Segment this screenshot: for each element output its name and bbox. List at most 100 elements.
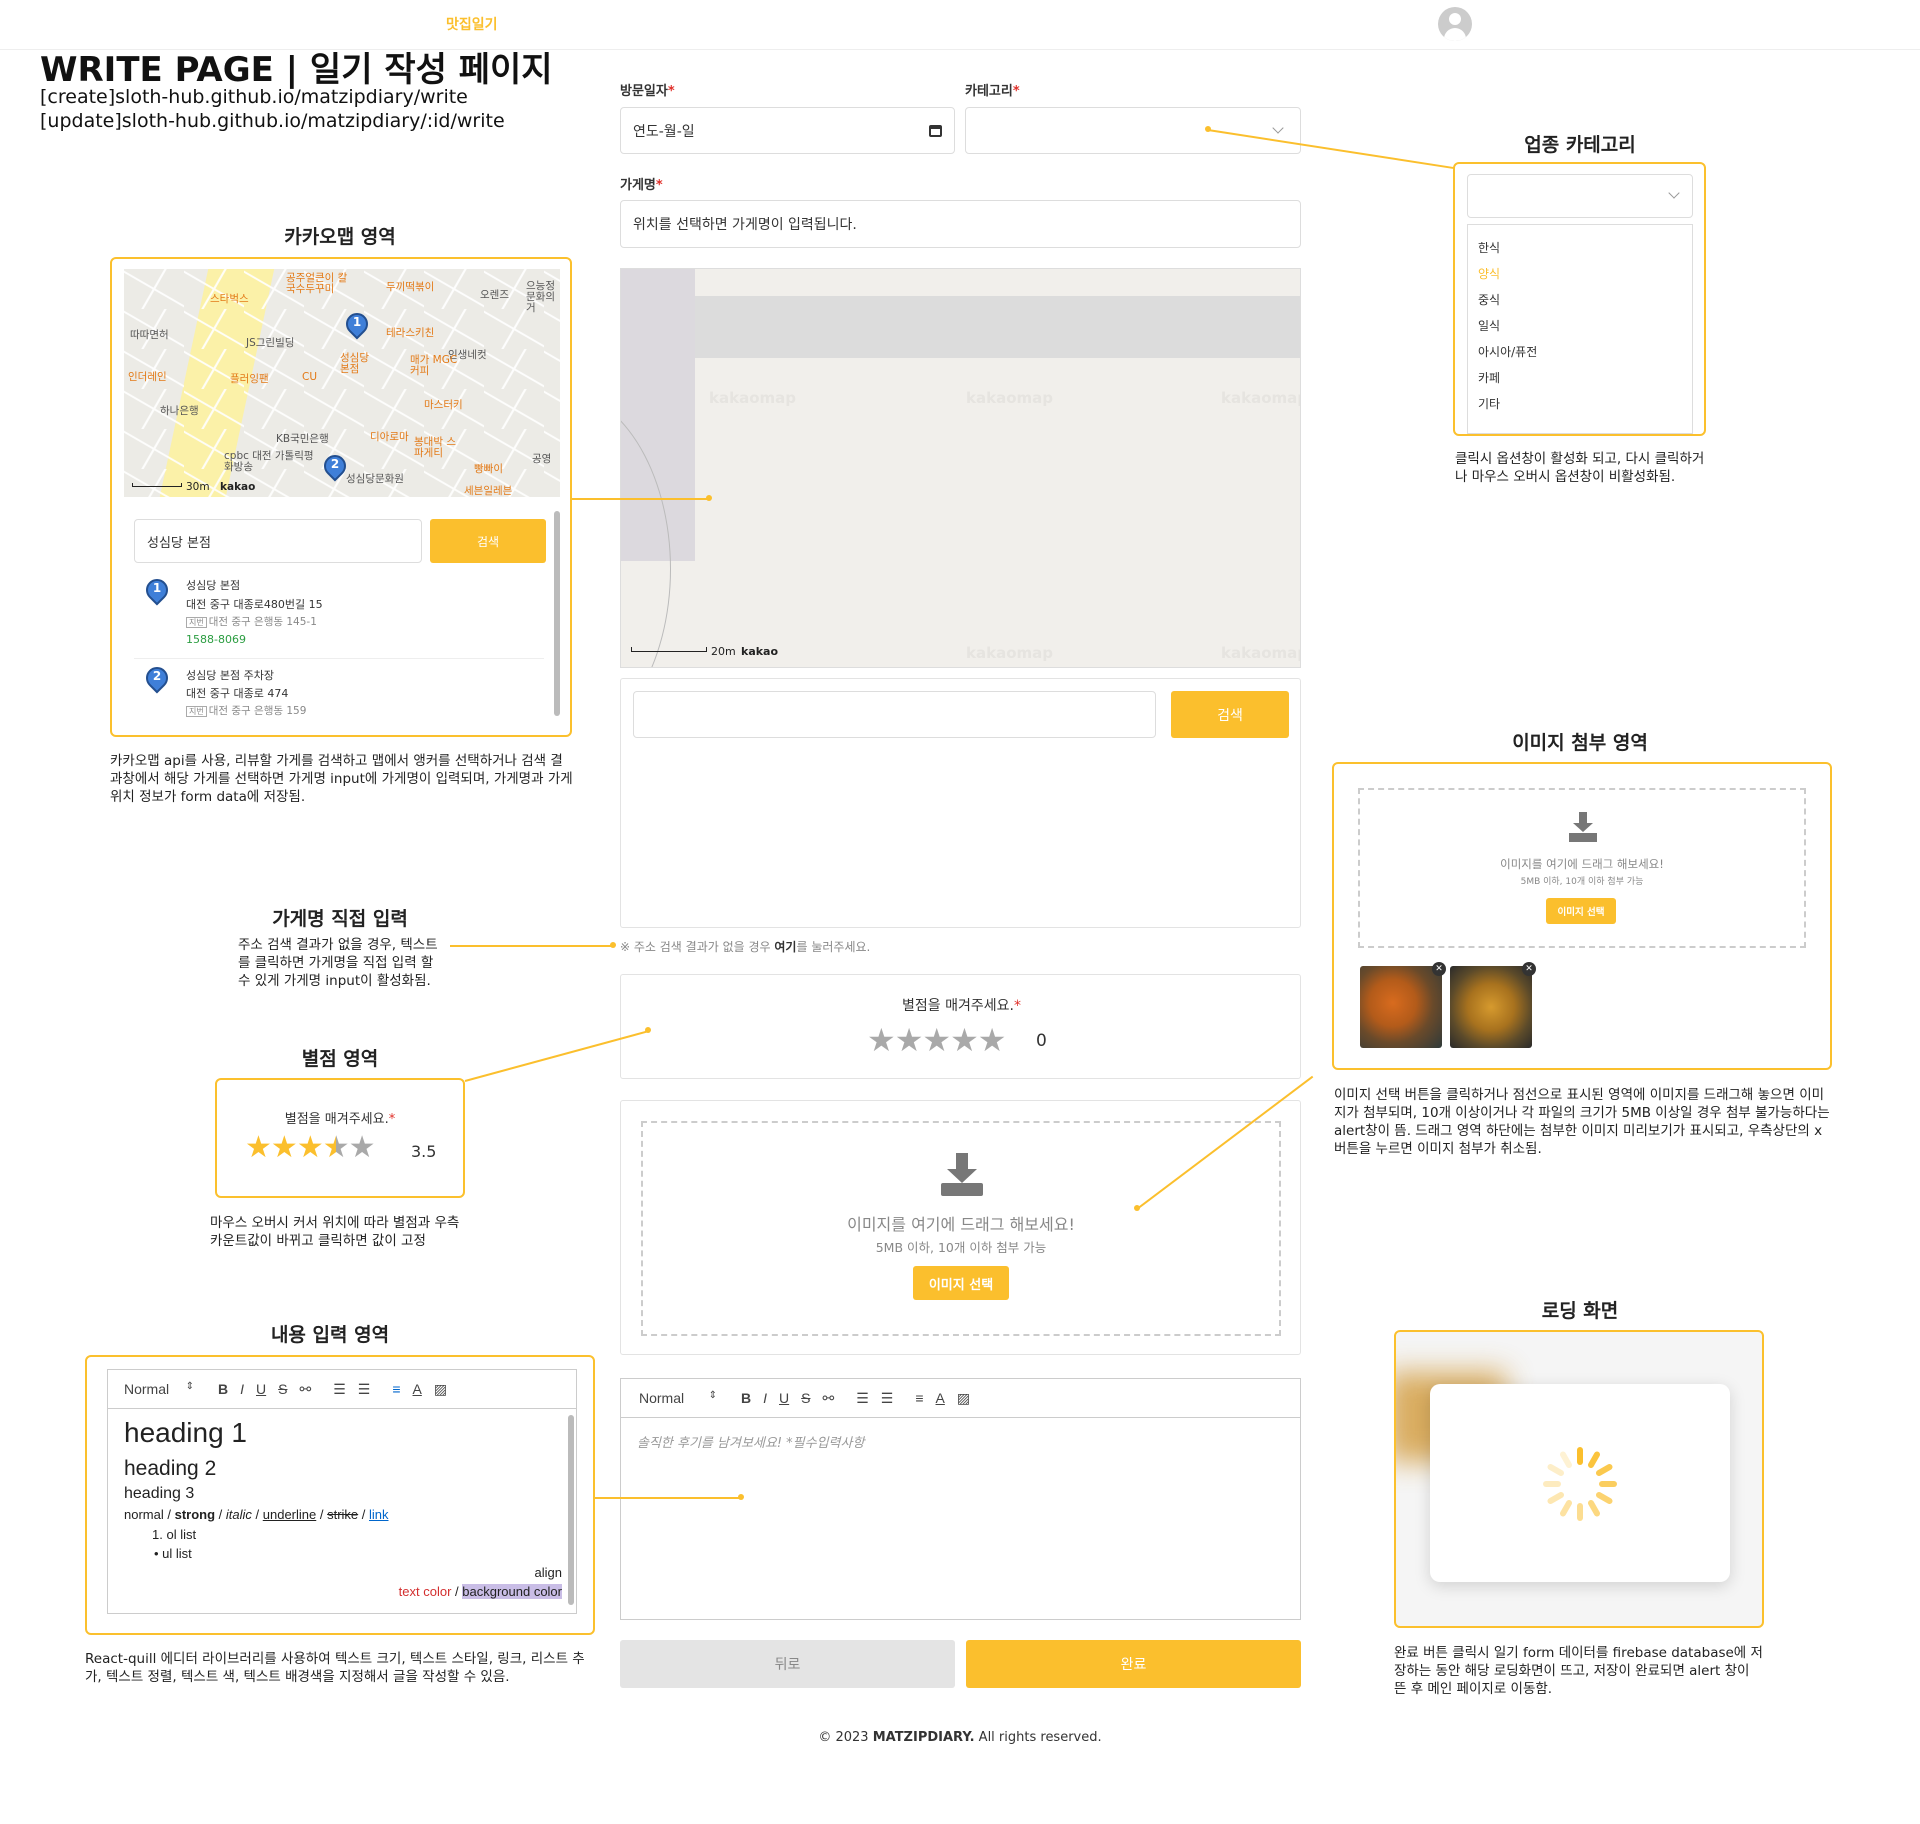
map-scale-bar xyxy=(631,647,707,652)
star-icon[interactable]: ★ xyxy=(245,1130,272,1165)
map-place-label: 인더레인 xyxy=(128,371,167,383)
annot-editor-body[interactable]: heading 1 heading 2 heading 3 normal / s… xyxy=(107,1409,577,1614)
connector-dot xyxy=(645,1027,651,1033)
image-drop-zone[interactable]: 이미지를 여기에 드래그 해보세요! 5MB 이하, 10개 이하 첨부 가능 … xyxy=(641,1121,1281,1336)
sample-align: align xyxy=(534,1565,562,1580)
logo-link[interactable]: 맛집일기 xyxy=(446,14,498,34)
ordered-list-icon[interactable]: ☰ xyxy=(856,1390,869,1407)
category-option[interactable]: 일식 xyxy=(1478,317,1500,334)
map-place-label: 으능정 문화의거 xyxy=(526,280,555,314)
rating-annot-stars[interactable]: ★★★★★ xyxy=(245,1130,376,1165)
kakao-search-button[interactable]: 검색 xyxy=(430,519,546,563)
map-place-label: 마스터키 xyxy=(424,399,463,411)
map-search-input[interactable] xyxy=(633,691,1156,738)
result-address: 대전 중구 대종로 474 xyxy=(186,687,289,700)
direct-input-link[interactable]: 여기 xyxy=(774,940,796,954)
star-icon[interactable]: ★ xyxy=(349,1130,376,1165)
map-place-label: 봉대박 스파게티 xyxy=(414,436,456,459)
star-icon[interactable]: ★ xyxy=(271,1130,298,1165)
visit-date-placeholder: 연도-월-일 xyxy=(633,123,695,140)
align-icon[interactable]: ≡ xyxy=(915,1390,923,1406)
background-color-icon[interactable]: ▨ xyxy=(957,1390,970,1407)
store-name-input[interactable]: 위치를 선택하면 가게명이 입력됩니다. xyxy=(620,200,1301,248)
visit-date-label: 방문일자* xyxy=(620,84,675,99)
submit-button[interactable]: 완료 xyxy=(966,1640,1301,1688)
annot-drop-zone[interactable]: 이미지를 여기에 드래그 해보세요! 5MB 이하, 10개 이하 첨부 가능 … xyxy=(1358,788,1806,948)
editor-scrollbar[interactable] xyxy=(568,1415,574,1605)
map-place-label: 오렌즈 xyxy=(480,289,509,301)
star-icon[interactable]: ★ xyxy=(978,1021,1007,1059)
underline-icon[interactable]: U xyxy=(256,1381,266,1397)
avatar[interactable] xyxy=(1438,7,1472,41)
back-button[interactable]: 뒤로 xyxy=(620,1640,955,1688)
category-option[interactable]: 한식 xyxy=(1478,239,1500,256)
ordered-list-icon[interactable]: ☰ xyxy=(333,1381,346,1398)
remove-image-icon[interactable]: ✕ xyxy=(1522,962,1536,976)
star-icon[interactable]: ★ xyxy=(895,1021,924,1059)
map-search-button[interactable]: 검색 xyxy=(1171,691,1289,738)
underline-icon[interactable]: U xyxy=(779,1390,789,1406)
header-select[interactable]: Normal ⇕ xyxy=(124,1381,206,1397)
loading-spinner-icon xyxy=(1543,1447,1617,1521)
bullet-list-icon[interactable]: ☰ xyxy=(358,1381,371,1398)
map-watermark: kakaomap xyxy=(1221,389,1301,407)
map-brand-label: kakao xyxy=(220,481,256,493)
star-icon[interactable]: ★ xyxy=(867,1021,896,1059)
chevron-down-icon xyxy=(1272,122,1284,134)
strike-icon[interactable]: S xyxy=(278,1381,287,1397)
map-place-label: 공주얼큰이 칼국수두꾸미 xyxy=(286,272,348,295)
category-option[interactable]: 아시아/퓨전 xyxy=(1478,343,1537,360)
calendar-icon[interactable] xyxy=(929,124,942,137)
category-option[interactable]: 양식 xyxy=(1478,265,1500,282)
star-icon[interactable]: ★ xyxy=(950,1021,979,1059)
map-place-label: 공영 xyxy=(532,453,552,465)
bold-icon[interactable]: B xyxy=(218,1381,228,1397)
map-place-label: 따따면허 xyxy=(130,329,169,341)
kakao-result-item[interactable]: 1 성심당 본점 대전 중구 대종로480번길 15 지번 대전 중구 은행동 1… xyxy=(134,571,544,659)
editor-body[interactable]: 솔직한 후기를 남겨보세요! *필수입력사항 xyxy=(620,1418,1301,1620)
category-annot-select[interactable] xyxy=(1467,174,1693,218)
kakao-results-scrollbar[interactable] xyxy=(554,511,560,716)
map-place-label: 디아로마 xyxy=(370,431,409,443)
star-icon[interactable]: ★ xyxy=(297,1130,324,1165)
rating-value: 0 xyxy=(1036,1031,1047,1051)
sample-ul: • ul list xyxy=(154,1546,192,1561)
text-color-icon[interactable]: A xyxy=(413,1381,422,1397)
category-section-title: 업종 카테고리 xyxy=(1524,134,1636,156)
background-color-icon[interactable]: ▨ xyxy=(434,1381,447,1398)
map-place-label: KB국민은행 xyxy=(276,433,329,445)
map-place-label: 세븐일레븐 xyxy=(464,485,513,497)
map-place-label: 플러잉팬 xyxy=(230,373,269,385)
category-option[interactable]: 기타 xyxy=(1478,395,1500,412)
visit-date-input[interactable]: 연도-월-일 xyxy=(620,107,955,154)
main-map[interactable]: kakaomap kakaomap kakaomap kakaomap kaka… xyxy=(620,268,1301,668)
bold-icon[interactable]: B xyxy=(741,1390,751,1406)
strike-icon[interactable]: S xyxy=(801,1390,810,1406)
kakao-search-input[interactable]: 성심당 본점 xyxy=(134,519,422,563)
star-icon[interactable]: ★ xyxy=(323,1130,350,1165)
map-watermark: kakaomap xyxy=(966,389,1053,407)
category-annotation-box: 한식 양식 중식 일식 아시아/퓨전 카페 기타 xyxy=(1453,162,1706,436)
header-select[interactable]: Normal ⇕ xyxy=(639,1390,729,1406)
star-icon[interactable]: ★ xyxy=(922,1021,951,1059)
image-select-button[interactable]: 이미지 선택 xyxy=(1546,898,1616,924)
text-color-icon[interactable]: A xyxy=(936,1390,945,1406)
kakao-result-item[interactable]: 2 성심당 본점 주차장 대전 중구 대종로 474 지번 대전 중구 은행동 1… xyxy=(134,661,544,721)
map-place-label: JS그린빌딩 xyxy=(246,337,295,349)
italic-icon[interactable]: I xyxy=(240,1381,244,1397)
rating-section-title: 별점 영역 xyxy=(301,1048,379,1070)
image-select-button[interactable]: 이미지 선택 xyxy=(913,1266,1009,1300)
bullet-list-icon[interactable]: ☰ xyxy=(881,1390,894,1407)
map-place-label: 성심당문화원 xyxy=(346,473,404,485)
search-panel: 검색 xyxy=(620,678,1301,928)
category-options-list: 한식 양식 중식 일식 아시아/퓨전 카페 기타 xyxy=(1467,224,1693,434)
link-icon[interactable]: ⚯ xyxy=(299,1381,311,1398)
align-icon[interactable]: ≡ xyxy=(392,1381,400,1397)
rating-stars[interactable]: ★★★★★ xyxy=(867,1021,1007,1059)
link-icon[interactable]: ⚯ xyxy=(822,1390,834,1407)
category-option[interactable]: 중식 xyxy=(1478,291,1500,308)
category-select[interactable] xyxy=(965,107,1301,154)
category-option[interactable]: 카페 xyxy=(1478,369,1500,386)
italic-icon[interactable]: I xyxy=(763,1390,767,1406)
remove-image-icon[interactable]: ✕ xyxy=(1432,962,1446,976)
